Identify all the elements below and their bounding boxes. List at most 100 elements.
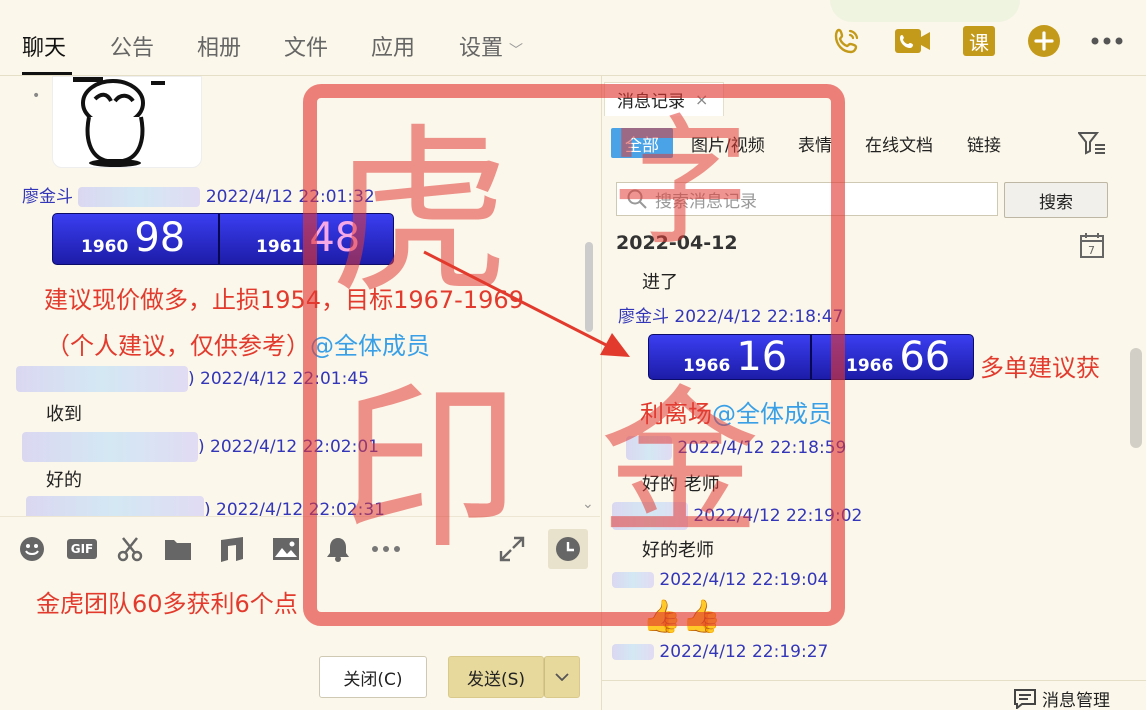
tab-settings[interactable]: 设置 ﹀ [459, 30, 523, 62]
redacted-name [26, 496, 204, 516]
history-date: 2022-04-12 [616, 232, 738, 254]
sticker-image[interactable] [52, 76, 202, 168]
scissors-icon[interactable] [116, 535, 144, 563]
bell-icon[interactable] [324, 535, 352, 563]
chat-scrollbar[interactable] [585, 242, 593, 332]
folder-icon[interactable] [164, 535, 192, 563]
ticker-small: 1961 [256, 237, 304, 257]
bullet-dot: • [32, 88, 41, 104]
tab-announcement[interactable]: 公告 [110, 30, 154, 62]
history-tab-label: 消息记录 [617, 92, 685, 112]
filter-media[interactable]: 图片/视频 [691, 128, 765, 158]
send-options-button[interactable] [544, 656, 580, 698]
ticker-cell-left: 1960 98 [53, 214, 218, 264]
chevron-down-icon: ﹀ [509, 43, 524, 59]
ticker-small: 1966 [846, 356, 894, 376]
history-message-text: 好的老师 [642, 540, 714, 561]
course-label: 课 [963, 26, 995, 56]
message-time: 2022/4/12 22:01:45 [200, 369, 369, 389]
ticker-big: 48 [309, 215, 361, 261]
music-icon[interactable] [218, 535, 246, 563]
note-text: 利离场 [640, 400, 712, 428]
top-nav: 聊天 公告 相册 文件 应用 设置 ﹀ 课 [0, 0, 1146, 76]
expand-icon[interactable] [498, 535, 526, 563]
history-message-text: 好的 老师 [642, 474, 720, 495]
scroll-to-bottom-icon[interactable]: ⌄ [582, 496, 594, 512]
tab-chat[interactable]: 聊天 [22, 30, 66, 62]
history-scrollbar[interactable] [1130, 348, 1142, 448]
svg-text:7: 7 [1088, 244, 1095, 257]
more-icon[interactable] [1090, 24, 1124, 58]
tab-album[interactable]: 相册 [197, 30, 241, 62]
voice-call-icon[interactable] [830, 24, 864, 58]
message-text-red: 建议现价做多，止损1954，目标1967-1969 [44, 286, 524, 314]
more-tools-icon[interactable] [370, 535, 402, 563]
filter-docs[interactable]: 在线文档 [865, 128, 933, 158]
history-meta: 2022/4/12 22:19:02 [612, 502, 862, 530]
video-call-icon[interactable] [893, 24, 933, 58]
tab-apps[interactable]: 应用 [371, 30, 415, 62]
message-time: 2022/4/12 22:19:27 [659, 642, 829, 662]
redacted-name [612, 572, 654, 588]
message-meta: ) 2022/4/12 22:01:45 [16, 366, 369, 392]
redacted-name [78, 187, 201, 207]
message-meta: ) 2022/4/12 22:02:31 [26, 496, 385, 516]
history-clock-icon[interactable] [548, 529, 588, 569]
message-meta: ) 2022/4/12 22:02:01 [22, 432, 379, 462]
history-text-red: 利离场@全体成员 [640, 394, 832, 429]
mention-all[interactable]: @全体成员 [310, 332, 430, 360]
message-history-panel: 消息记录 × 全部 图片/视频 表情 在线文档 链接 搜索消息记录 搜索 2022… [601, 76, 1146, 710]
course-icon[interactable]: 课 [962, 24, 996, 58]
note-text: （个人建议，仅供参考） [46, 332, 310, 360]
ticker-cell-right: 1961 48 [218, 214, 393, 264]
filter-links[interactable]: 链接 [967, 128, 1001, 158]
close-button[interactable]: 关闭(C) [319, 656, 427, 698]
history-meta: 廖金斗 2022/4/12 22:18:47 [618, 302, 843, 327]
add-icon[interactable] [1027, 24, 1061, 58]
filter-stickers[interactable]: 表情 [798, 128, 832, 158]
message-meta: 廖金斗 2022/4/12 22:01:32 [22, 182, 375, 207]
image-icon[interactable] [272, 535, 300, 563]
sender-name: 廖金斗 [618, 307, 669, 327]
panel-divider [602, 680, 1146, 681]
message-manager-label: 消息管理 [1042, 691, 1110, 710]
history-meta: 2022/4/12 22:18:59 [626, 436, 846, 460]
ticker-big: 16 [736, 334, 788, 380]
price-ticker-image[interactable]: 1966 16 1966 66 [648, 334, 974, 380]
time-prefix: ) [188, 369, 195, 389]
filter-icon[interactable] [1076, 131, 1106, 159]
emoji-icon[interactable] [18, 535, 46, 563]
tab-files[interactable]: 文件 [284, 30, 328, 62]
gif-icon[interactable]: GIF [66, 535, 98, 563]
chevron-down-icon [555, 673, 569, 681]
chat-message-list[interactable]: • 廖金斗 2022/4/12 22:01:32 1960 98 1961 48 建… [0, 76, 600, 516]
history-tab[interactable]: 消息记录 × [604, 82, 724, 116]
message-time: 2022/4/12 22:18:59 [677, 438, 847, 458]
message-text-red: （个人建议，仅供参考）@全体成员 [46, 326, 430, 361]
message-time: 2022/4/12 22:02:31 [216, 500, 385, 516]
message-time: 2022/4/12 22:19:02 [693, 506, 863, 526]
history-search-input[interactable]: 搜索消息记录 [616, 182, 998, 216]
message-text: 收到 [46, 404, 82, 425]
active-tab-indicator [22, 72, 72, 75]
price-ticker-image[interactable]: 1960 98 1961 48 [52, 213, 394, 265]
message-manager-link[interactable]: 消息管理 [1014, 686, 1110, 710]
mention-all[interactable]: @全体成员 [712, 400, 832, 428]
history-text-red: 多单建议获 [980, 354, 1100, 382]
redacted-name [612, 644, 654, 660]
close-icon[interactable]: × [695, 90, 708, 109]
message-time: 2022/4/12 22:02:01 [210, 437, 379, 457]
message-text: 好的 [46, 470, 82, 491]
message-time: 2022/4/12 22:01:32 [205, 187, 375, 207]
time-prefix: ) [204, 500, 211, 516]
compose-input[interactable]: 金虎团队60多获利6个点 [36, 584, 298, 619]
time-prefix: ) [198, 437, 205, 457]
calendar-icon[interactable]: 7 [1080, 232, 1104, 262]
send-button[interactable]: 发送(S) [448, 656, 544, 698]
ticker-cell-right: 1966 66 [810, 335, 973, 379]
search-button[interactable]: 搜索 [1004, 182, 1108, 218]
tab-settings-label: 设置 [459, 36, 504, 61]
filter-all[interactable]: 全部 [611, 128, 673, 158]
sender-name[interactable]: 廖金斗 [22, 187, 73, 207]
history-meta: 2022/4/12 22:19:27 [612, 642, 828, 662]
